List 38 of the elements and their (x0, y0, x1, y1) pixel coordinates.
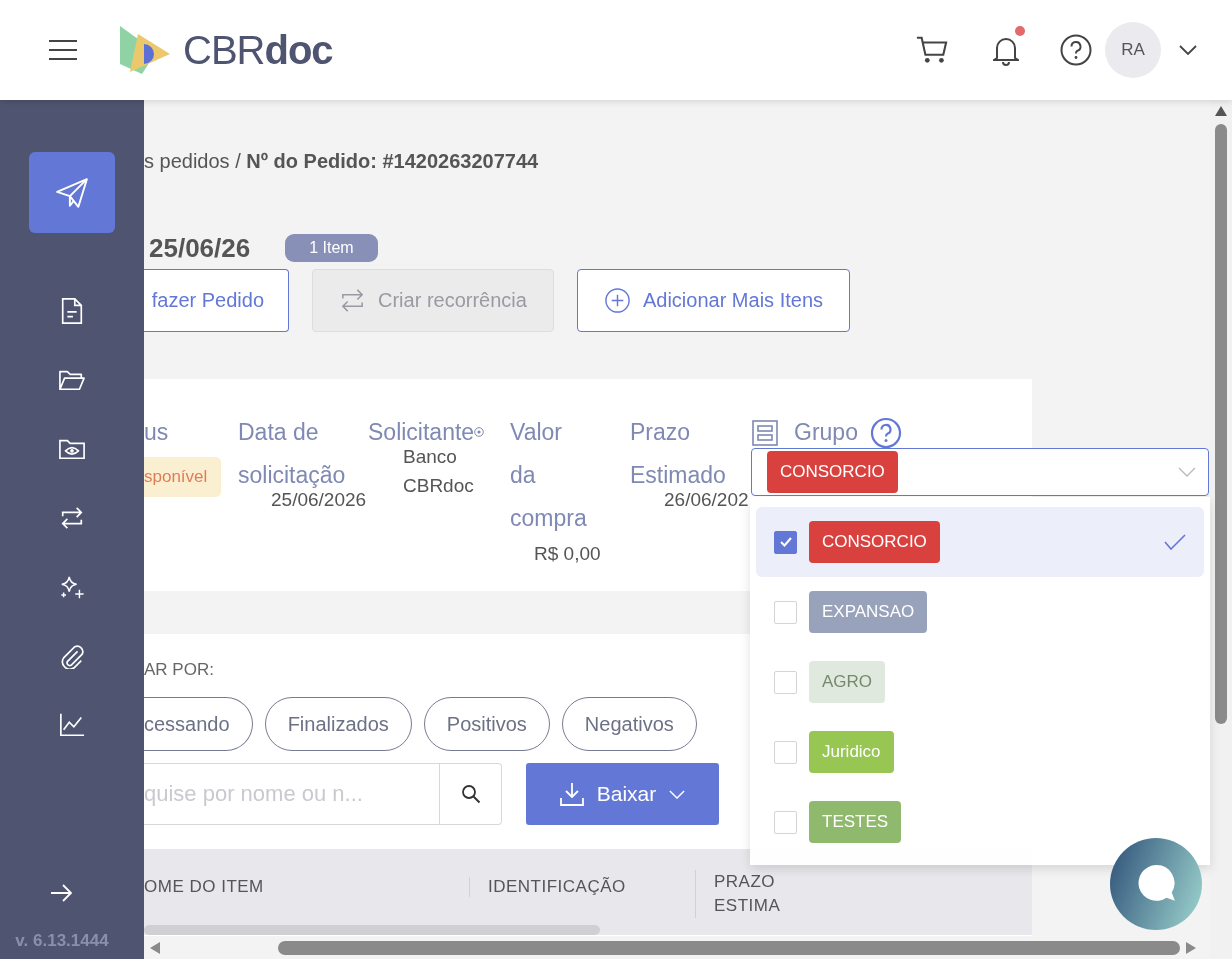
dropdown-option[interactable]: TESTES (756, 787, 1204, 857)
filter-chip[interactable]: cessando (144, 697, 253, 751)
dropdown-option[interactable]: EXPANSAO (756, 577, 1204, 647)
order-date: 25/06/26 (149, 232, 251, 264)
filter-label: AR POR: (144, 660, 215, 680)
logo-text: CBRdoc (183, 27, 333, 73)
group-tag: EXPANSAO (809, 591, 928, 633)
filter-chip[interactable]: Finalizados (264, 697, 412, 751)
column-header: OME DO ITEM (144, 877, 265, 897)
group-tag: CONSORCIO (809, 521, 940, 563)
dropdown-option[interactable]: CONSORCIO (756, 507, 1204, 577)
column-heading: Valor da compra (510, 418, 587, 533)
filter-chip[interactable]: Negativos (561, 697, 697, 751)
group-select[interactable]: CONSORCIO (751, 448, 1209, 496)
field-value: R$ 0,00 (534, 543, 602, 565)
status-badge: sponível (144, 457, 221, 497)
item-count-badge: 1 Item (285, 234, 378, 262)
field-value: 25/06/2026 (271, 489, 368, 511)
column-header: PRAZO ESTIMA (695, 870, 794, 918)
group-tag: Juridico (809, 731, 894, 773)
group-tag: TESTES (809, 801, 902, 843)
download-button[interactable]: Baixar (526, 763, 719, 825)
version-text: v. 6.13.1444 (15, 931, 109, 951)
column-heading: Prazo Estimado (630, 418, 726, 490)
breadcrumb: s pedidos / Nº do Pedido: #1420263207744 (144, 150, 540, 174)
field-value: 26/06/202 (664, 489, 750, 511)
column-heading: Solicitante (368, 418, 475, 447)
action-button[interactable]: Adicionar Mais Itens (576, 269, 850, 332)
action-button[interactable]: fazer Pedido (144, 269, 289, 332)
filter-chip[interactable]: Positivos (423, 697, 550, 751)
user-avatar[interactable]: RA (1105, 22, 1161, 78)
column-header: IDENTIFICAÇÃO (469, 877, 695, 897)
field-value: Banco CBRdoc (403, 445, 475, 498)
group-tag: AGRO (809, 661, 886, 703)
column-heading: Grupo (794, 418, 858, 447)
column-heading: Data de solicitação (238, 418, 346, 490)
group-tag: CONSORCIO (767, 451, 898, 493)
column-heading: us (144, 418, 170, 447)
